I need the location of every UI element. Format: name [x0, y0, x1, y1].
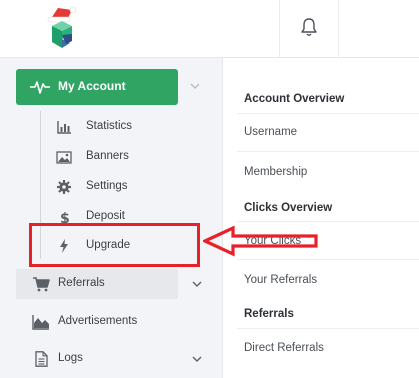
sidebar-item-label: Advertisements [58, 315, 138, 327]
my-account-button[interactable]: My Account [16, 69, 178, 105]
sidebar-item-referrals[interactable]: Referrals [16, 269, 178, 299]
row-label-membership: Membership [244, 166, 308, 178]
document-icon [35, 351, 48, 367]
bar-chart-icon [57, 121, 71, 134]
bell-icon[interactable] [299, 16, 319, 38]
image-icon [56, 151, 72, 164]
sidebar-item-label: Statistics [86, 120, 133, 132]
sidebar-item-label: Referrals [58, 277, 105, 289]
sidebar-item-logs[interactable]: Logs [16, 344, 222, 374]
annotation-highlight-box [29, 223, 200, 267]
section-heading: Account Overview [244, 93, 345, 105]
chevron-down-icon[interactable] [192, 280, 202, 288]
area-chart-icon [32, 315, 49, 330]
logo-icon[interactable] [44, 4, 80, 52]
sidebar-item-label: Deposit [86, 210, 125, 222]
sidebar: My Account Statistics Banners Settings $… [0, 58, 222, 378]
divider [237, 259, 419, 260]
sidebar-item-label: Banners [86, 150, 129, 162]
row-label-your-referrals: Your Referrals [244, 274, 318, 286]
section-heading: Referrals [244, 308, 294, 320]
section-heading: Clicks Overview [244, 202, 333, 214]
row-label-direct-referrals: Direct Referrals [244, 342, 324, 354]
divider [237, 151, 419, 152]
sidebar-item-settings[interactable]: Settings [56, 177, 206, 197]
divider [237, 221, 419, 222]
my-account-label: My Account [58, 79, 126, 93]
top-bar [0, 0, 419, 58]
row-label-username: Username [244, 126, 298, 138]
gear-icon [57, 180, 71, 194]
divider [237, 113, 419, 114]
chevron-down-icon[interactable] [190, 82, 200, 90]
sidebar-item-statistics[interactable]: Statistics [56, 117, 206, 137]
sidebar-item-label: Settings [86, 180, 128, 192]
topbar-divider [338, 0, 339, 57]
topbar-divider [279, 0, 280, 57]
divider [237, 328, 419, 329]
annotation-arrow-icon [203, 225, 318, 257]
chevron-down-icon[interactable] [192, 355, 202, 363]
pulse-icon [30, 81, 50, 94]
sidebar-item-advertisements[interactable]: Advertisements [16, 307, 222, 337]
cart-icon [33, 277, 50, 292]
main-panel: Account Overview Username Membership Cli… [222, 58, 419, 378]
sidebar-item-label: Logs [58, 352, 83, 364]
sidebar-item-banners[interactable]: Banners [56, 147, 206, 167]
